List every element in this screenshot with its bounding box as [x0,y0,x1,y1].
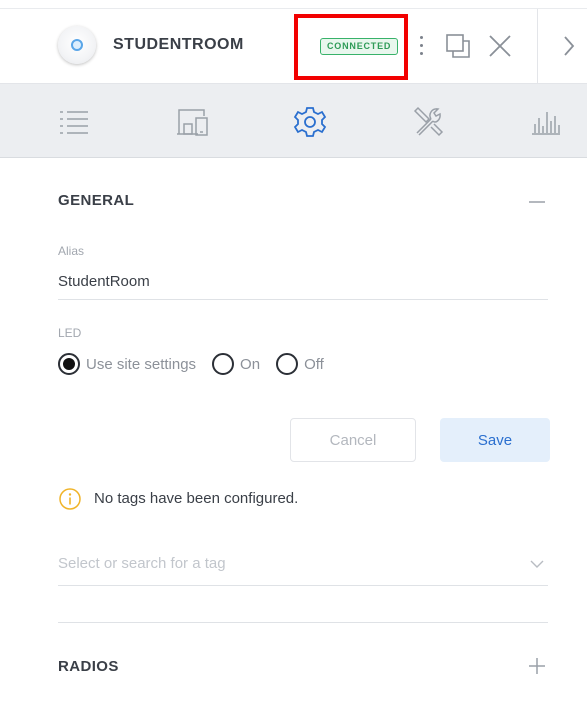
expand-icon[interactable] [528,657,546,675]
panel-header: STUDENTROOM CONNECTED [0,0,587,84]
cancel-button[interactable]: Cancel [290,418,416,462]
tools-icon [413,106,444,137]
popout-icon[interactable] [445,33,471,59]
tab-overview[interactable] [55,104,91,140]
alias-label: Alias [58,244,85,258]
led-option-site[interactable]: Use site settings [58,353,196,375]
radio-icon [276,353,299,375]
tag-select-placeholder: Select or search for a tag [58,555,226,572]
tag-select[interactable]: Select or search for a tag [58,548,548,586]
header-separator [537,9,538,84]
stats-icon [532,112,560,135]
gear-icon [293,107,327,137]
info-icon [59,488,81,510]
top-rule [0,8,587,9]
device-name: STUDENTROOM [113,36,244,53]
tab-devices[interactable] [175,104,211,140]
close-icon[interactable] [487,33,513,59]
no-tags-message: No tags have been configured. [94,490,299,507]
list-icon [60,111,88,134]
radio-checked-icon [58,353,80,375]
alias-field[interactable] [58,264,548,300]
device-panel: STUDENTROOM CONNECTED GENERAL Alias Stud… [0,0,587,706]
tab-settings[interactable] [292,104,328,140]
tab-bar [0,84,587,158]
tab-tools[interactable] [410,104,446,140]
led-option-off[interactable]: Off [276,353,324,375]
section-title-radios: RADIOS [58,658,119,675]
chevron-right-icon[interactable] [562,35,576,57]
led-option-on[interactable]: On [212,353,260,375]
collapse-icon[interactable] [528,195,546,209]
devices-icon [177,109,208,136]
led-radio-group: Use site settings On Off [58,352,340,376]
radio-icon [212,353,235,375]
led-option-label: Off [304,355,324,373]
led-label: LED [58,326,82,340]
device-icon [58,26,96,64]
highlight-box [294,14,408,80]
section-divider [58,622,548,623]
chevron-down-icon [530,560,544,568]
save-button[interactable]: Save [440,418,550,462]
led-option-label: Use site settings [86,355,197,373]
more-icon[interactable] [417,34,427,58]
tab-stats[interactable] [528,104,564,140]
section-title-general: GENERAL [58,192,135,209]
led-option-label: On [240,355,261,373]
